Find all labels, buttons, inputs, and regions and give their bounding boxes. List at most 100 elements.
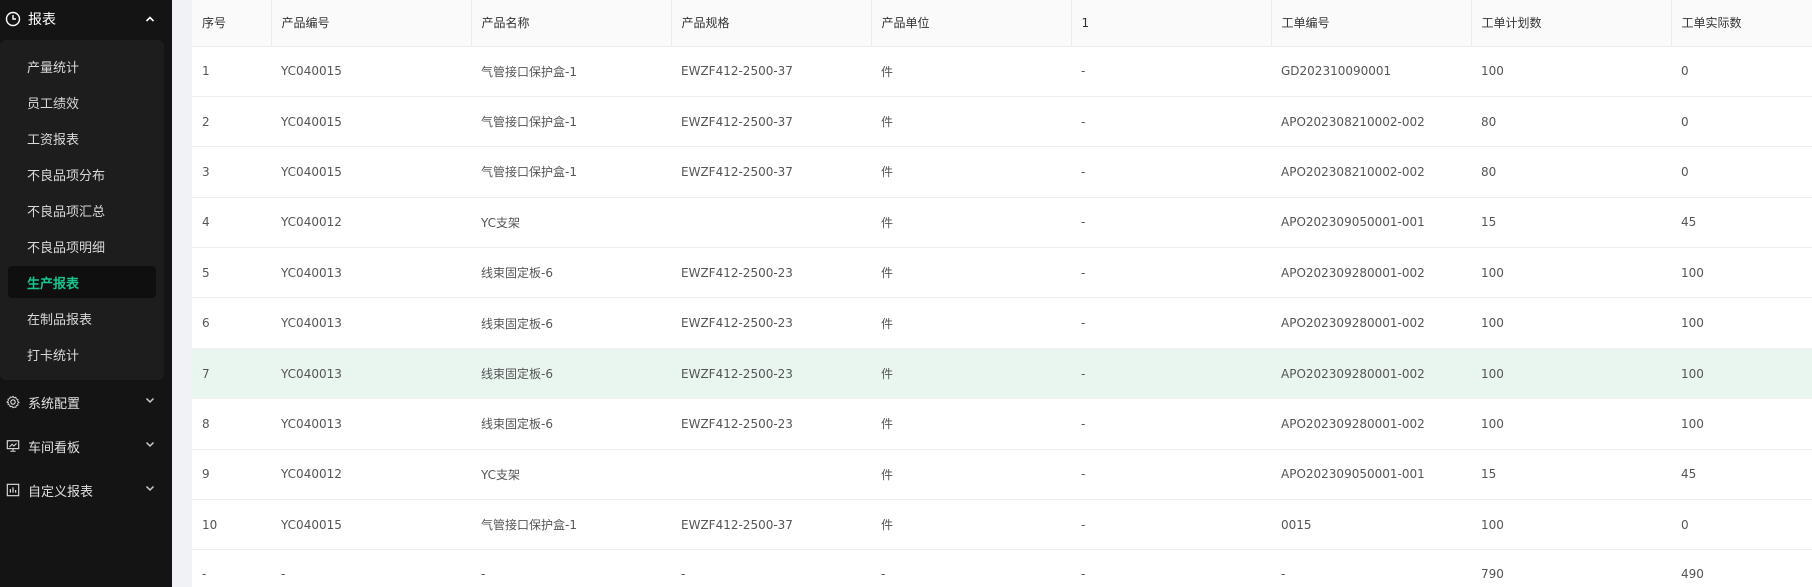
table-cell: 100 xyxy=(1471,348,1671,400)
menu-section-reports[interactable]: 报表 xyxy=(0,0,172,38)
table-cell: 0 xyxy=(1671,96,1812,148)
sidebar-item[interactable]: 在制品报表 xyxy=(8,302,156,334)
table-cell: 线束固定板-6 xyxy=(471,398,671,450)
table-cell: 100 xyxy=(1471,499,1671,551)
reports-submenu: 产量统计员工绩效工资报表不良品项分布 不良品项汇总 不良品项明细 生产报表在制品报表打… xyxy=(0,40,164,380)
summary-cell: 490 xyxy=(1671,549,1812,587)
table-row[interactable]: 7 YC040013 线束固定板-6 EWZF412-2500-23 件 - APO2023… xyxy=(192,348,1812,400)
sidebar-item[interactable]: 产量统计 xyxy=(8,50,156,82)
table-cell: 气管接口保护盒-1 xyxy=(471,146,671,198)
table-cell: APO202308210002-002 xyxy=(1271,146,1471,198)
table-cell: 45 xyxy=(1671,449,1812,501)
table-cell: 100 xyxy=(1671,348,1812,400)
table-cell: 6 xyxy=(192,297,271,349)
table-cell: - xyxy=(1071,96,1271,148)
table-cell: YC040015 xyxy=(271,499,471,551)
chevron-down-icon[interactable] xyxy=(144,482,156,498)
table-cell: 15 xyxy=(1471,197,1671,249)
table-cell: 件 xyxy=(871,146,1071,198)
table-row[interactable]: 10 YC040015 气管接口保护盒-1 EWZF412-2500-37 件 -0015… xyxy=(192,499,1812,551)
column-header[interactable]: 工单编号 xyxy=(1271,0,1472,47)
table-row[interactable]: 4 YC040012 YC支架 件 - APO202309050001-001 15 45 xyxy=(192,197,1812,249)
column-header[interactable]: 产品名称 xyxy=(471,0,672,47)
table-cell: 8 xyxy=(192,398,271,450)
table-cell: 7 xyxy=(192,348,271,400)
main-content: 序号 产品编号 产品名称 产品规格 产品单位 1 工单编号 工单计划数 工单实际数 1 YC040… xyxy=(172,0,1812,587)
table-cell: YC支架 xyxy=(471,449,671,501)
sidebar-item[interactable]: 不良品项分布 xyxy=(8,158,156,190)
production-report-table: 序号 产品编号 产品名称 产品规格 产品单位 1 工单编号 工单计划数 工单实际数 1 YC040… xyxy=(192,0,1812,587)
app-root: 报表 产量统计员工绩效工资报表不良品项分布 不良品项汇总 不良品项明细 生产报表在制品… xyxy=(0,0,1812,587)
table-cell: 100 xyxy=(1471,297,1671,349)
summary-cell: 790 xyxy=(1471,549,1671,587)
table-cell: APO202309050001-001 xyxy=(1271,197,1471,249)
clock-icon xyxy=(4,10,22,28)
table-cell: 100 xyxy=(1471,247,1671,299)
table-cell: YC040015 xyxy=(271,146,471,198)
summary-cell: - xyxy=(671,549,871,587)
summary-cell: - xyxy=(1271,549,1471,587)
column-header[interactable]: 1 xyxy=(1071,0,1272,47)
table-cell: YC040013 xyxy=(271,348,471,400)
table-cell: 0 xyxy=(1671,46,1812,97)
table-cell: 5 xyxy=(192,247,271,299)
sidebar-group[interactable]: 车间看板 xyxy=(0,424,172,468)
summary-cell: - xyxy=(871,549,1071,587)
table-cell: - xyxy=(1071,499,1271,551)
sidebar-item[interactable]: 打卡统计 xyxy=(8,338,156,370)
sidebar-group[interactable]: 自定义报表 xyxy=(0,468,172,512)
sidebar-item[interactable]: 员工绩效 xyxy=(8,86,156,118)
sidebar-item[interactable]: 工资报表 xyxy=(8,122,156,154)
column-header[interactable]: 产品单位 xyxy=(871,0,1072,47)
table-cell: APO202309280001-002 xyxy=(1271,297,1471,349)
chevron-down-icon[interactable] xyxy=(144,394,156,410)
column-header[interactable]: 产品规格 xyxy=(671,0,872,47)
table-cell: APO202308210002-002 xyxy=(1271,96,1471,148)
table-cell: - xyxy=(1071,297,1271,349)
table-row[interactable]: 2 YC040015 气管接口保护盒-1 EWZF412-2500-37 件 - APO20… xyxy=(192,96,1812,148)
sidebar-group-label: 车间看板 xyxy=(28,440,81,456)
table-cell: 100 xyxy=(1471,46,1671,97)
sidebar-groups: 系统配置车间看板自定义报表 xyxy=(0,380,172,512)
table-row[interactable]: 9 YC040012 YC支架 件 - APO202309050001-001 15 45 xyxy=(192,449,1812,501)
table-cell: EWZF412-2500-23 xyxy=(671,247,871,299)
table-cell: 80 xyxy=(1471,146,1671,198)
sidebar-item[interactable]: 不良品项明细 xyxy=(8,230,156,262)
table-cell: 件 xyxy=(871,398,1071,450)
table-cell: 0015 xyxy=(1271,499,1471,551)
table-cell: 4 xyxy=(192,197,271,249)
column-header[interactable]: 工单实际数 xyxy=(1671,0,1812,47)
menu-section-title: 报表 xyxy=(28,12,56,28)
column-header[interactable]: 产品编号 xyxy=(271,0,472,47)
table-cell: EWZF412-2500-23 xyxy=(671,348,871,400)
table-cell: 45 xyxy=(1671,197,1812,249)
chevron-down-icon[interactable] xyxy=(144,438,156,454)
table-cell: 100 xyxy=(1671,398,1812,450)
table-cell: EWZF412-2500-37 xyxy=(671,46,871,97)
monitor-icon xyxy=(4,437,22,455)
table-cell: 线束固定板-6 xyxy=(471,297,671,349)
sidebar-group[interactable]: 系统配置 xyxy=(0,380,172,424)
table-cell: 气管接口保护盒-1 xyxy=(471,499,671,551)
table-row[interactable]: 3 YC040015 气管接口保护盒-1 EWZF412-2500-37 件 - APO20… xyxy=(192,146,1812,198)
table-row[interactable]: 6 YC040013 线束固定板-6 EWZF412-2500-23 件 - APO2023… xyxy=(192,297,1812,349)
sidebar-item[interactable]: 生产报表 xyxy=(8,266,156,298)
table-cell: 0 xyxy=(1671,499,1812,551)
table-cell: EWZF412-2500-37 xyxy=(671,96,871,148)
table-cell: 1 xyxy=(192,46,271,97)
sidebar-item[interactable]: 不良品项汇总 xyxy=(8,194,156,226)
table-cell: 2 xyxy=(192,96,271,148)
table-cell: 15 xyxy=(1471,449,1671,501)
table-row[interactable]: 8 YC040013 线束固定板-6 EWZF412-2500-23 件 - APO2023… xyxy=(192,398,1812,450)
chevron-up-icon[interactable] xyxy=(144,13,156,25)
column-header[interactable]: 工单计划数 xyxy=(1471,0,1672,47)
table-row[interactable]: 5 YC040013 线束固定板-6 EWZF412-2500-23 件 - APO2023… xyxy=(192,247,1812,299)
table-cell: YC040015 xyxy=(271,46,471,97)
table-cell xyxy=(671,449,871,501)
table-cell: EWZF412-2500-37 xyxy=(671,146,871,198)
table-cell: 件 xyxy=(871,46,1071,97)
table-row[interactable]: 1 YC040015 气管接口保护盒-1 EWZF412-2500-37 件 - GD202… xyxy=(192,46,1812,97)
column-header[interactable]: 序号 xyxy=(192,0,272,47)
table-cell: APO202309280001-002 xyxy=(1271,348,1471,400)
table-cell: - xyxy=(1071,146,1271,198)
